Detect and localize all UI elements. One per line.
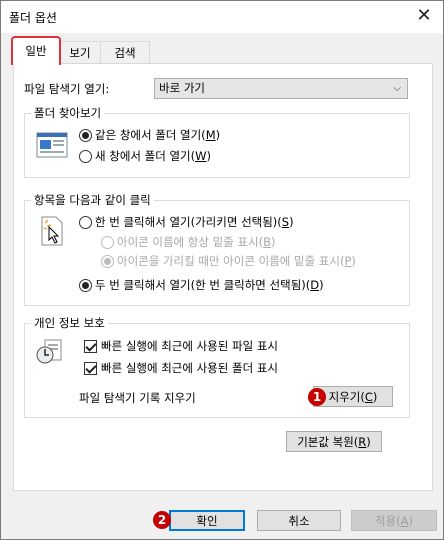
always-underline-label[interactable]: 아이콘 이름에 항상 밑줄 표시(B) xyxy=(117,234,275,250)
ok-button[interactable]: 확인 xyxy=(169,510,245,531)
recent-files-label[interactable]: 빠른 실행에 최근에 사용된 파일 표시 xyxy=(101,338,278,354)
hover-underline-radio[interactable] xyxy=(101,255,114,268)
mouse-pointer-icon xyxy=(39,215,65,247)
recent-folders-label[interactable]: 빠른 실행에 최근에 사용된 폴더 표시 xyxy=(101,360,278,376)
open-explorer-label: 파일 탐색기 열기: xyxy=(24,82,110,96)
click-items-legend: 항목을 다음과 같이 클릭 xyxy=(31,192,154,208)
new-window-radio[interactable] xyxy=(79,150,92,163)
single-click-radio[interactable] xyxy=(79,216,92,229)
privacy-group: 개인 정보 보호 빠른 실행에 최근에 사용된 파일 표시 빠른 실행에 최근에… xyxy=(24,315,410,418)
tab-general-label: 일반 xyxy=(25,44,47,58)
general-tab-panel: 파일 탐색기 열기: 바로 가기 ⌵ 폴더 찾아보기 같은 창에서 폴더 열기(… xyxy=(13,63,433,491)
recent-folders-checkbox[interactable] xyxy=(84,362,97,375)
cancel-button[interactable]: 취소 xyxy=(257,510,341,531)
hover-underline-label[interactable]: 아이콘을 가리킬 때만 아이콘 이름에 밑줄 표시(P) xyxy=(117,253,356,269)
single-click-label[interactable]: 한 번 클릭해서 열기(가리키면 선택됨)(S) xyxy=(95,214,294,230)
clear-history-label: 파일 탐색기 기록 지우기 xyxy=(79,391,196,405)
click-items-group: 항목을 다음과 같이 클릭 한 번 클릭해서 열기(가리키면 선택됨)(S) 아… xyxy=(24,192,410,306)
privacy-legend: 개인 정보 보호 xyxy=(31,315,108,331)
restore-defaults-button[interactable]: 기본값 복원(R) xyxy=(286,431,382,452)
tab-search-label: 검색 xyxy=(114,46,136,60)
folder-options-dialog: 폴더 옵션 ✕ 일반 보기 검색 파일 탐색기 열기: 바로 가기 ⌵ 폴더 찾… xyxy=(0,0,444,540)
folder-window-icon xyxy=(36,131,68,159)
privacy-clock-icon xyxy=(35,336,65,366)
same-window-label[interactable]: 같은 창에서 폴더 열기(M) xyxy=(95,127,220,143)
new-window-label[interactable]: 새 창에서 폴더 열기(W) xyxy=(95,148,211,164)
tab-view-label: 보기 xyxy=(69,46,91,60)
window-title: 폴더 옵션 xyxy=(9,11,57,25)
same-window-radio[interactable] xyxy=(79,129,92,142)
recent-files-checkbox[interactable] xyxy=(84,340,97,353)
annotation-badge-1: 1 xyxy=(308,388,326,406)
open-explorer-value: 바로 가기 xyxy=(159,81,205,95)
close-icon[interactable]: ✕ xyxy=(411,5,437,27)
tab-search[interactable]: 검색 xyxy=(100,41,150,64)
browse-folders-legend: 폴더 찾아보기 xyxy=(31,105,105,121)
annotation-badge-2: 2 xyxy=(153,511,171,529)
apply-button[interactable]: 적용(A) xyxy=(351,510,437,531)
open-explorer-select[interactable]: 바로 가기 ⌵ xyxy=(154,78,408,99)
double-click-label[interactable]: 두 번 클릭해서 열기(한 번 클릭하면 선택됨)(D) xyxy=(95,277,324,293)
always-underline-radio[interactable] xyxy=(101,236,114,249)
browse-folders-group: 폴더 찾아보기 같은 창에서 폴더 열기(M) 새 창에서 폴더 열기(W) xyxy=(24,105,410,178)
title-bar: 폴더 옵션 ✕ xyxy=(1,1,443,33)
tab-general[interactable]: 일반 xyxy=(11,36,61,65)
double-click-radio[interactable] xyxy=(79,279,92,292)
tab-view[interactable]: 보기 xyxy=(59,41,101,64)
chevron-down-icon: ⌵ xyxy=(393,83,401,94)
